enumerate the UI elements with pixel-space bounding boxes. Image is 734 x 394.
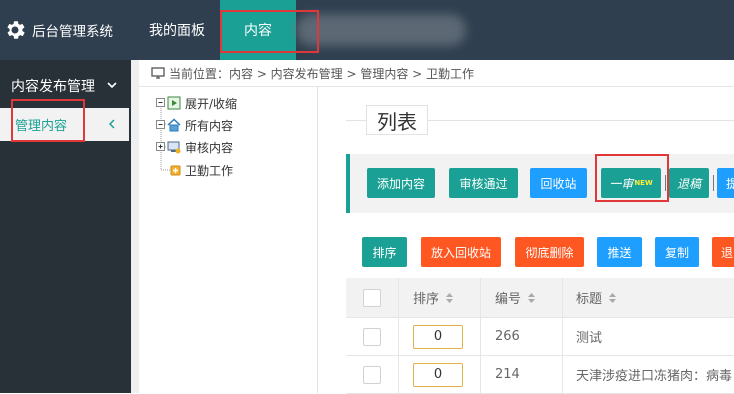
nav-content[interactable]: 内容 [220,0,296,60]
approve-button[interactable]: 审核通过 [449,168,518,198]
table-row-checkbox-cell [346,318,398,356]
chevron-left-icon [108,119,115,129]
category-tree: 展开/收缩 所有内容 审核内容 卫勤工作 [150,92,316,392]
top-navbar: 后台管理系统 我的面板 内容 [0,0,734,60]
table-row-order-cell: 0 [398,318,480,356]
row-checkbox[interactable] [363,327,381,346]
submit-button[interactable]: 提 [717,168,734,198]
content-gap [131,60,139,393]
move-to-recycle-button[interactable]: 放入回收站 [421,237,501,267]
table-row-order-cell: 0 [398,356,480,394]
sidebar-item-label: 管理内容 [15,119,68,134]
content-table: 排序 编号 标题 0 266 测试 0 214 天津涉疫进口冻猪肉：病毒 [346,278,734,394]
column-header-label: 编号 [495,292,522,307]
add-content-button[interactable]: 添加内容 [367,168,435,198]
recycle-bin-button[interactable]: 回收站 [530,168,587,198]
copy-button[interactable]: 复制 [655,237,699,267]
column-header-label: 标题 [576,292,603,307]
sort-button[interactable]: 排序 [362,237,407,267]
breadcrumb: 当前位置：内容 > 内容发布管理 > 管理内容 > 卫勤工作 [139,60,734,87]
column-divider [562,278,563,393]
app-title: 后台管理系统 [32,24,113,40]
sort-arrows-icon [528,292,536,303]
more-button[interactable]: 退 [712,237,734,267]
sidebar: 内容发布管理 管理内容 [0,60,131,393]
sort-arrows-icon [609,292,617,303]
content-toolbar: 添加内容 审核通过 回收站 一审 NEW 退稿 提 [346,154,734,213]
tree-node-label: 审核内容 [185,140,234,155]
app-logo[interactable]: 后台管理系统 [0,0,131,60]
tree-node-all[interactable]: 所有内容 [156,116,233,134]
first-review-label: 一审 [609,176,634,191]
tree-divider [317,86,318,393]
toolbar-separator [713,175,714,191]
column-divider [480,278,481,393]
tree-node-label: 所有内容 [185,118,234,133]
toolbar-separator [665,175,666,191]
tree-node-weiqin[interactable]: 卫勤工作 [170,161,233,179]
first-review-button[interactable]: 一审 NEW [601,168,661,198]
push-button[interactable]: 推送 [597,237,642,267]
monitor-icon [151,67,165,79]
column-header-title[interactable]: 标题 [562,278,734,318]
chevron-down-icon [107,82,117,89]
table-row-id: 214 [480,356,562,394]
gear-icon [7,21,25,39]
select-all-checkbox[interactable] [363,288,381,307]
expand-collapse-icon [156,96,181,110]
delete-permanently-button[interactable]: 彻底删除 [515,237,584,267]
tree-node-label: 卫勤工作 [185,163,234,178]
nav-my-dashboard[interactable]: 我的面板 [136,0,218,60]
add-item-icon [170,165,181,176]
order-input[interactable]: 0 [413,362,463,387]
sidebar-group-content-publish[interactable]: 内容发布管理 [0,72,131,100]
tree-node-review[interactable]: 审核内容 [156,138,233,156]
sidebar-group-label: 内容发布管理 [11,79,95,95]
table-row-checkbox-cell [346,356,398,394]
table-row-id: 266 [480,318,562,356]
table-row-title[interactable]: 天津涉疫进口冻猪肉：病毒 [562,356,734,394]
breadcrumb-text: 当前位置：内容 > 内容发布管理 > 管理内容 > 卫勤工作 [169,66,475,81]
tree-node-label: 展开/收缩 [185,96,238,111]
new-badge: NEW [634,179,653,187]
table-row-title[interactable]: 测试 [562,318,734,356]
sort-arrows-icon [446,292,454,303]
column-header-label: 排序 [413,292,440,307]
tree-toggle-all[interactable]: 展开/收缩 [156,94,237,112]
column-header-id[interactable]: 编号 [480,278,562,318]
review-icon [156,141,181,154]
header-checkbox-cell [346,278,398,318]
column-header-sort[interactable]: 排序 [398,278,480,318]
sidebar-item-manage-content[interactable]: 管理内容 [0,108,129,141]
panel-legend: 列表 [366,105,428,135]
order-input[interactable]: 0 [413,324,463,349]
row-checkbox[interactable] [363,365,381,384]
blurred-nav-area [296,14,466,46]
return-draft-button[interactable]: 退稿 [669,168,709,198]
home-icon [156,118,181,132]
column-divider [398,278,399,393]
